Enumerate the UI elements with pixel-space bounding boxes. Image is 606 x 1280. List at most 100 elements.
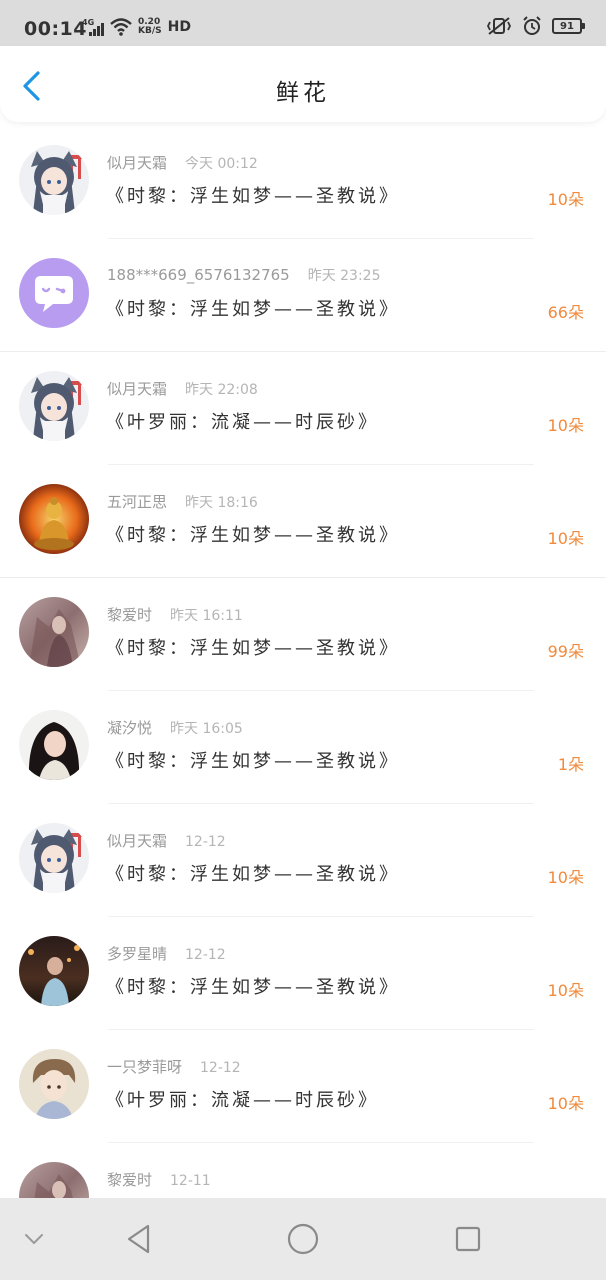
avatar[interactable] <box>19 484 89 554</box>
user-name[interactable]: 黎爱时 <box>107 606 152 624</box>
wifi-icon <box>110 18 132 36</box>
timestamp: 昨天 16:11 <box>170 608 243 624</box>
user-name[interactable]: 似月天霜 <box>107 832 167 850</box>
user-name[interactable]: 五河正思 <box>107 493 167 511</box>
battery-icon: 91 <box>552 18 585 34</box>
list-item[interactable]: 凝汐悦 昨天 16:05 《时黎：浮生如梦——圣教说》 1朵 <box>0 691 606 804</box>
anime-girl-avatar-icon <box>19 823 89 893</box>
item-meta: 似月天霜 昨天 22:08 <box>107 378 258 399</box>
list-item[interactable]: 188***669_6576132765 昨天 23:25 《时黎：浮生如梦——圣… <box>0 239 606 352</box>
flower-count: 10朵 <box>547 868 584 887</box>
girl-photo-avatar-icon <box>19 710 89 780</box>
avatar[interactable] <box>19 710 89 780</box>
user-name[interactable]: 似月天霜 <box>107 380 167 398</box>
item-meta: 五河正思 昨天 18:16 <box>107 491 258 512</box>
novel-title[interactable]: 《时黎：浮生如梦——圣教说》 <box>106 521 400 547</box>
flower-count: 10朵 <box>547 529 584 548</box>
timestamp: 今天 00:12 <box>185 156 258 172</box>
timestamp: 昨天 23:25 <box>307 268 381 284</box>
list-item[interactable]: 多罗星晴 12-12 《时黎：浮生如梦——圣教说》 10朵 <box>0 917 606 1030</box>
avatar[interactable] <box>19 145 89 215</box>
avatar[interactable] <box>19 258 89 328</box>
list-item[interactable]: 一只梦菲呀 12-12 《叶罗丽：流凝——时辰砂》 10朵 <box>0 1030 606 1143</box>
list-item[interactable]: 黎爱时 12-11 <box>0 1143 606 1198</box>
user-name[interactable]: 188***669_6576132765 <box>107 266 290 284</box>
avatar[interactable] <box>19 823 89 893</box>
timestamp: 昨天 18:16 <box>185 495 258 511</box>
avatar[interactable] <box>19 371 89 441</box>
hd-voice-badge: HD <box>167 19 191 35</box>
item-meta: 黎爱时 12-11 <box>107 1169 211 1190</box>
list-item[interactable]: 似月天霜 12-12 《时黎：浮生如梦——圣教说》 10朵 <box>0 804 606 917</box>
painting-avatar-icon <box>19 1162 89 1198</box>
street-photo-avatar-icon <box>19 936 89 1006</box>
item-meta: 多罗星晴 12-12 <box>107 943 226 964</box>
nav-home-button[interactable] <box>280 1198 326 1280</box>
user-name[interactable]: 多罗星晴 <box>107 945 167 963</box>
item-meta: 凝汐悦 昨天 16:05 <box>107 717 243 738</box>
status-time: 00:14 <box>24 18 87 40</box>
nav-back-button[interactable] <box>116 1198 160 1280</box>
vibrate-mute-icon <box>486 17 512 35</box>
nav-recents-button[interactable] <box>446 1198 490 1280</box>
home-circle-icon <box>287 1223 319 1255</box>
flower-count: 10朵 <box>547 190 584 209</box>
net-speed: 0.20 KB/S <box>138 18 162 36</box>
page-title: 鲜花 <box>276 80 330 106</box>
anime-boy-avatar-icon <box>19 1049 89 1119</box>
item-meta: 似月天霜 今天 00:12 <box>107 152 258 173</box>
flower-count: 99朵 <box>547 642 584 661</box>
novel-title[interactable]: 《时黎：浮生如梦——圣教说》 <box>106 634 400 660</box>
status-bar: 00:14 4G 0.20 KB/S HD 91 <box>0 0 606 46</box>
novel-title[interactable]: 《时黎：浮生如梦——圣教说》 <box>106 860 400 886</box>
flower-count: 10朵 <box>547 1094 584 1113</box>
recents-square-icon <box>455 1226 481 1252</box>
app-header: 鲜花 <box>0 46 606 122</box>
flower-count: 10朵 <box>547 981 584 1000</box>
status-right-icons: 91 <box>486 16 585 36</box>
flower-count: 1朵 <box>557 755 584 774</box>
novel-title[interactable]: 《时黎：浮生如梦——圣教说》 <box>106 973 400 999</box>
avatar[interactable] <box>19 1162 89 1198</box>
net-speed-unit: KB/S <box>138 26 162 36</box>
timestamp: 12-12 <box>185 947 226 963</box>
novel-title[interactable]: 《时黎：浮生如梦——圣教说》 <box>106 747 400 773</box>
battery-level: 91 <box>560 20 574 32</box>
novel-title[interactable]: 《时黎：浮生如梦——圣教说》 <box>106 182 400 208</box>
user-name[interactable]: 黎爱时 <box>107 1171 152 1189</box>
novel-title[interactable]: 《时黎：浮生如梦——圣教说》 <box>106 295 400 321</box>
avatar[interactable] <box>19 936 89 1006</box>
list-item[interactable]: 五河正思 昨天 18:16 《时黎：浮生如梦——圣教说》 10朵 <box>0 465 606 578</box>
status-left-icons: 4G 0.20 KB/S HD <box>82 16 191 38</box>
avatar[interactable] <box>19 597 89 667</box>
buddha-avatar-icon <box>19 484 89 554</box>
timestamp: 12-12 <box>200 1060 241 1076</box>
item-meta: 黎爱时 昨天 16:11 <box>107 604 243 625</box>
user-name[interactable]: 凝汐悦 <box>107 719 152 737</box>
system-nav-bar <box>0 1198 606 1280</box>
item-meta: 一只梦菲呀 12-12 <box>107 1056 241 1077</box>
novel-title[interactable]: 《叶罗丽：流凝——时辰砂》 <box>106 1086 379 1112</box>
nav-hide-button[interactable] <box>14 1198 54 1280</box>
timestamp: 12-12 <box>185 834 226 850</box>
list-item[interactable]: 似月天霜 今天 00:12 《时黎：浮生如梦——圣教说》 10朵 <box>0 126 606 239</box>
avatar[interactable] <box>19 1049 89 1119</box>
timestamp: 12-11 <box>170 1173 211 1189</box>
item-meta: 188***669_6576132765 昨天 23:25 <box>107 265 381 285</box>
anime-girl-avatar-icon <box>19 145 89 215</box>
anime-girl-avatar-icon <box>19 371 89 441</box>
list-item[interactable]: 黎爱时 昨天 16:11 《时黎：浮生如梦——圣教说》 99朵 <box>0 578 606 691</box>
painting-avatar-icon <box>19 597 89 667</box>
timestamp: 昨天 22:08 <box>185 382 258 398</box>
user-name[interactable]: 一只梦菲呀 <box>107 1058 182 1076</box>
user-name[interactable]: 似月天霜 <box>107 154 167 172</box>
list-item[interactable]: 似月天霜 昨天 22:08 《叶罗丽：流凝——时辰砂》 10朵 <box>0 352 606 465</box>
back-triangle-icon <box>127 1224 150 1254</box>
novel-title[interactable]: 《叶罗丽：流凝——时辰砂》 <box>106 408 379 434</box>
timestamp: 昨天 16:05 <box>170 721 243 737</box>
default-chat-avatar-icon <box>19 258 89 328</box>
cellular-signal-icon: 4G <box>82 16 104 38</box>
flower-count: 66朵 <box>547 303 584 322</box>
item-meta: 似月天霜 12-12 <box>107 830 226 851</box>
flower-list[interactable]: 似月天霜 今天 00:12 《时黎：浮生如梦——圣教说》 10朵 188***66… <box>0 126 606 1198</box>
